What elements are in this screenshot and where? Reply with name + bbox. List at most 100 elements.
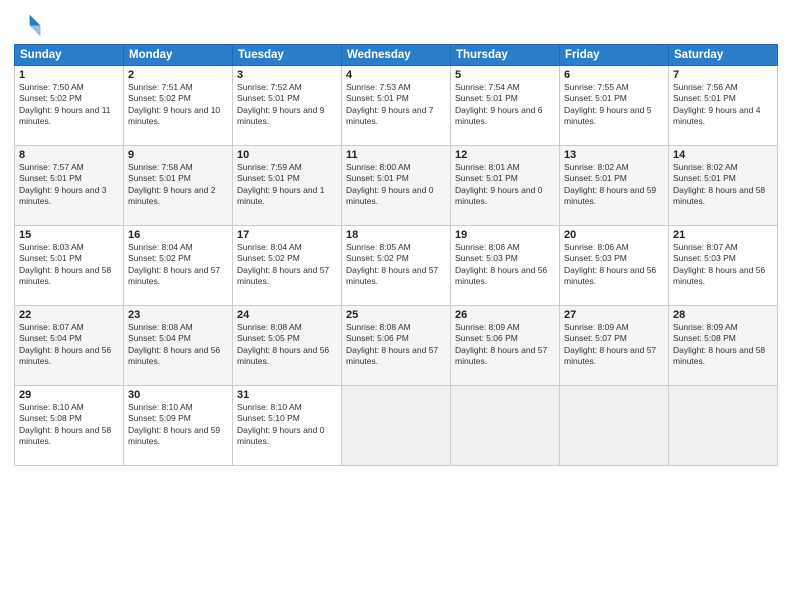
day-info: Sunrise: 8:09 AM Sunset: 5:07 PM Dayligh…	[564, 322, 664, 368]
day-cell: 11 Sunrise: 8:00 AM Sunset: 5:01 PM Dayl…	[342, 146, 451, 226]
page: SundayMondayTuesdayWednesdayThursdayFrid…	[0, 0, 792, 612]
header-day-saturday: Saturday	[669, 45, 778, 66]
day-info: Sunrise: 7:57 AM Sunset: 5:01 PM Dayligh…	[19, 162, 119, 208]
day-info: Sunrise: 8:02 AM Sunset: 5:01 PM Dayligh…	[564, 162, 664, 208]
header-day-tuesday: Tuesday	[233, 45, 342, 66]
day-number: 20	[564, 229, 664, 241]
day-number: 24	[237, 309, 337, 321]
header-day-thursday: Thursday	[451, 45, 560, 66]
day-number: 2	[128, 69, 228, 81]
day-number: 14	[673, 149, 773, 161]
day-info: Sunrise: 7:52 AM Sunset: 5:01 PM Dayligh…	[237, 82, 337, 128]
day-cell: 2 Sunrise: 7:51 AM Sunset: 5:02 PM Dayli…	[124, 66, 233, 146]
day-number: 22	[19, 309, 119, 321]
day-number: 1	[19, 69, 119, 81]
day-cell: 31 Sunrise: 8:10 AM Sunset: 5:10 PM Dayl…	[233, 386, 342, 466]
day-info: Sunrise: 8:04 AM Sunset: 5:02 PM Dayligh…	[237, 242, 337, 288]
header-day-wednesday: Wednesday	[342, 45, 451, 66]
day-number: 30	[128, 389, 228, 401]
day-info: Sunrise: 8:05 AM Sunset: 5:02 PM Dayligh…	[346, 242, 446, 288]
logo	[14, 10, 46, 38]
day-number: 19	[455, 229, 555, 241]
day-number: 25	[346, 309, 446, 321]
day-info: Sunrise: 8:08 AM Sunset: 5:04 PM Dayligh…	[128, 322, 228, 368]
day-cell: 9 Sunrise: 7:58 AM Sunset: 5:01 PM Dayli…	[124, 146, 233, 226]
day-number: 8	[19, 149, 119, 161]
day-number: 31	[237, 389, 337, 401]
day-info: Sunrise: 7:51 AM Sunset: 5:02 PM Dayligh…	[128, 82, 228, 128]
day-number: 16	[128, 229, 228, 241]
calendar-header: SundayMondayTuesdayWednesdayThursdayFrid…	[15, 45, 778, 66]
day-number: 4	[346, 69, 446, 81]
day-info: Sunrise: 7:59 AM Sunset: 5:01 PM Dayligh…	[237, 162, 337, 208]
day-info: Sunrise: 8:10 AM Sunset: 5:09 PM Dayligh…	[128, 402, 228, 448]
day-info: Sunrise: 7:56 AM Sunset: 5:01 PM Dayligh…	[673, 82, 773, 128]
logo-icon	[14, 10, 42, 38]
day-cell	[342, 386, 451, 466]
day-info: Sunrise: 8:00 AM Sunset: 5:01 PM Dayligh…	[346, 162, 446, 208]
header-row: SundayMondayTuesdayWednesdayThursdayFrid…	[15, 45, 778, 66]
day-info: Sunrise: 8:08 AM Sunset: 5:06 PM Dayligh…	[346, 322, 446, 368]
day-number: 6	[564, 69, 664, 81]
header-day-friday: Friday	[560, 45, 669, 66]
day-info: Sunrise: 8:10 AM Sunset: 5:10 PM Dayligh…	[237, 402, 337, 448]
day-cell: 26 Sunrise: 8:09 AM Sunset: 5:06 PM Dayl…	[451, 306, 560, 386]
day-cell: 6 Sunrise: 7:55 AM Sunset: 5:01 PM Dayli…	[560, 66, 669, 146]
day-cell: 29 Sunrise: 8:10 AM Sunset: 5:08 PM Dayl…	[15, 386, 124, 466]
day-cell: 5 Sunrise: 7:54 AM Sunset: 5:01 PM Dayli…	[451, 66, 560, 146]
week-row-1: 1 Sunrise: 7:50 AM Sunset: 5:02 PM Dayli…	[15, 66, 778, 146]
day-number: 11	[346, 149, 446, 161]
day-info: Sunrise: 8:10 AM Sunset: 5:08 PM Dayligh…	[19, 402, 119, 448]
day-cell: 7 Sunrise: 7:56 AM Sunset: 5:01 PM Dayli…	[669, 66, 778, 146]
day-info: Sunrise: 8:01 AM Sunset: 5:01 PM Dayligh…	[455, 162, 555, 208]
day-cell: 21 Sunrise: 8:07 AM Sunset: 5:03 PM Dayl…	[669, 226, 778, 306]
day-number: 15	[19, 229, 119, 241]
day-info: Sunrise: 8:06 AM Sunset: 5:03 PM Dayligh…	[564, 242, 664, 288]
day-cell	[451, 386, 560, 466]
day-number: 10	[237, 149, 337, 161]
day-info: Sunrise: 8:08 AM Sunset: 5:05 PM Dayligh…	[237, 322, 337, 368]
calendar-table: SundayMondayTuesdayWednesdayThursdayFrid…	[14, 44, 778, 466]
header-day-sunday: Sunday	[15, 45, 124, 66]
day-info: Sunrise: 8:04 AM Sunset: 5:02 PM Dayligh…	[128, 242, 228, 288]
header-day-monday: Monday	[124, 45, 233, 66]
day-info: Sunrise: 8:06 AM Sunset: 5:03 PM Dayligh…	[455, 242, 555, 288]
day-info: Sunrise: 7:55 AM Sunset: 5:01 PM Dayligh…	[564, 82, 664, 128]
day-cell: 19 Sunrise: 8:06 AM Sunset: 5:03 PM Dayl…	[451, 226, 560, 306]
day-number: 13	[564, 149, 664, 161]
calendar-body: 1 Sunrise: 7:50 AM Sunset: 5:02 PM Dayli…	[15, 66, 778, 466]
day-number: 3	[237, 69, 337, 81]
day-cell: 8 Sunrise: 7:57 AM Sunset: 5:01 PM Dayli…	[15, 146, 124, 226]
day-cell: 4 Sunrise: 7:53 AM Sunset: 5:01 PM Dayli…	[342, 66, 451, 146]
day-cell: 14 Sunrise: 8:02 AM Sunset: 5:01 PM Dayl…	[669, 146, 778, 226]
day-info: Sunrise: 8:07 AM Sunset: 5:03 PM Dayligh…	[673, 242, 773, 288]
day-number: 9	[128, 149, 228, 161]
day-cell: 23 Sunrise: 8:08 AM Sunset: 5:04 PM Dayl…	[124, 306, 233, 386]
day-info: Sunrise: 8:02 AM Sunset: 5:01 PM Dayligh…	[673, 162, 773, 208]
day-number: 7	[673, 69, 773, 81]
day-cell: 18 Sunrise: 8:05 AM Sunset: 5:02 PM Dayl…	[342, 226, 451, 306]
header	[14, 10, 778, 38]
day-cell: 1 Sunrise: 7:50 AM Sunset: 5:02 PM Dayli…	[15, 66, 124, 146]
day-number: 28	[673, 309, 773, 321]
day-cell: 16 Sunrise: 8:04 AM Sunset: 5:02 PM Dayl…	[124, 226, 233, 306]
day-cell	[560, 386, 669, 466]
day-cell: 24 Sunrise: 8:08 AM Sunset: 5:05 PM Dayl…	[233, 306, 342, 386]
day-info: Sunrise: 7:58 AM Sunset: 5:01 PM Dayligh…	[128, 162, 228, 208]
day-number: 23	[128, 309, 228, 321]
day-cell: 13 Sunrise: 8:02 AM Sunset: 5:01 PM Dayl…	[560, 146, 669, 226]
day-cell: 12 Sunrise: 8:01 AM Sunset: 5:01 PM Dayl…	[451, 146, 560, 226]
week-row-4: 22 Sunrise: 8:07 AM Sunset: 5:04 PM Dayl…	[15, 306, 778, 386]
day-number: 12	[455, 149, 555, 161]
day-info: Sunrise: 8:07 AM Sunset: 5:04 PM Dayligh…	[19, 322, 119, 368]
day-number: 27	[564, 309, 664, 321]
day-cell: 3 Sunrise: 7:52 AM Sunset: 5:01 PM Dayli…	[233, 66, 342, 146]
day-cell: 30 Sunrise: 8:10 AM Sunset: 5:09 PM Dayl…	[124, 386, 233, 466]
day-cell: 27 Sunrise: 8:09 AM Sunset: 5:07 PM Dayl…	[560, 306, 669, 386]
day-info: Sunrise: 7:50 AM Sunset: 5:02 PM Dayligh…	[19, 82, 119, 128]
day-info: Sunrise: 8:09 AM Sunset: 5:06 PM Dayligh…	[455, 322, 555, 368]
day-info: Sunrise: 8:09 AM Sunset: 5:08 PM Dayligh…	[673, 322, 773, 368]
day-cell: 20 Sunrise: 8:06 AM Sunset: 5:03 PM Dayl…	[560, 226, 669, 306]
day-info: Sunrise: 7:54 AM Sunset: 5:01 PM Dayligh…	[455, 82, 555, 128]
day-cell: 28 Sunrise: 8:09 AM Sunset: 5:08 PM Dayl…	[669, 306, 778, 386]
